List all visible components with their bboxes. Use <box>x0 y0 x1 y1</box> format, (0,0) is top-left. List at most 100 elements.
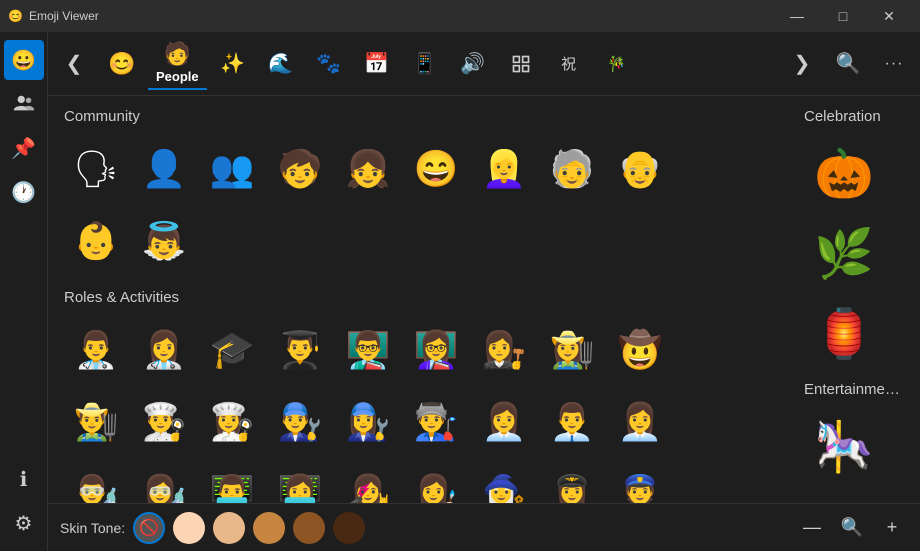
emoji-girl[interactable]: 👧 <box>336 137 400 201</box>
entertainment-title: Entertainme… <box>804 381 904 398</box>
emoji-man-mechanic[interactable]: 👨‍🔧 <box>268 390 332 454</box>
emoji-woman-health[interactable]: 👩‍⚕️ <box>132 318 196 382</box>
emoji-woman-mage[interactable]: 🧙‍♀️ <box>472 462 536 503</box>
emoji-man-graduate[interactable]: 👨‍🎓 <box>268 318 332 382</box>
tab-celebration[interactable]: 祝 <box>547 42 591 86</box>
emoji-man-health[interactable]: 👨‍⚕️ <box>64 318 128 382</box>
sidebar-item-settings[interactable]: ⚙ <box>4 503 44 543</box>
emoji-speaking-head[interactable]: 🗣 <box>64 137 128 201</box>
emoji-woman-mechanic[interactable]: 👩‍🔧 <box>336 390 400 454</box>
skin-tone-dark[interactable] <box>333 512 365 544</box>
app-title: Emoji Viewer <box>29 9 99 23</box>
roles-row-3: 👨‍🔬 👩‍🔬 👨‍💻 👩‍💻 👩‍🎤 👩‍🎨 🧙‍♀️ 👩‍✈️ 👮 <box>64 462 788 503</box>
emoji-older-adult[interactable]: 🧓 <box>540 137 604 201</box>
emoji-woman-pilot[interactable]: 👩‍✈️ <box>540 462 604 503</box>
bottom-right: — 🔍 + <box>796 512 908 544</box>
community-row-2: 👶 👼 <box>64 209 788 273</box>
sidebar: 😀 📌 🕐 ℹ ⚙ <box>0 32 48 551</box>
sidebar-item-people[interactable] <box>4 84 44 124</box>
title-bar-left: 😊 Emoji Viewer <box>8 9 99 23</box>
tab-decoration[interactable]: 🎋 <box>595 42 639 86</box>
title-bar-controls: — □ ✕ <box>774 0 912 32</box>
roles-row-1: 👨‍⚕️ 👩‍⚕️ 🎓 👨‍🎓 👨‍🏫 👩‍🏫 👩‍⚖️ 👩‍🌾 🤠 <box>64 318 788 382</box>
emoji-woman-office[interactable]: 👩‍💼 <box>472 390 536 454</box>
title-bar: 😊 Emoji Viewer — □ ✕ <box>0 0 920 32</box>
emoji-man-scientist[interactable]: 👨‍🔬 <box>64 462 128 503</box>
emoji-baby[interactable]: 👶 <box>64 209 128 273</box>
emoji-woman-judge[interactable]: 👩‍⚖️ <box>472 318 536 382</box>
skin-tone-none[interactable]: 🚫 <box>133 512 165 544</box>
emoji-child[interactable]: 🧒 <box>268 137 332 201</box>
sidebar-item-pin[interactable]: 📌 <box>4 128 44 168</box>
tab-activities[interactable]: ✨ <box>211 42 255 86</box>
emoji-woman-singer[interactable]: 👩‍🎤 <box>336 462 400 503</box>
zoom-out-button[interactable]: — <box>796 512 828 544</box>
emoji-carousel[interactable]: 🎠 <box>804 406 884 486</box>
roles-row-2: 👨‍🌾 👨‍🍳 👩‍🍳 👨‍🔧 👩‍🔧 👨‍🏭 👩‍💼 👨‍💼 👩‍💼 <box>64 390 788 454</box>
forward-button[interactable]: ❯ <box>780 42 824 86</box>
emoji-woman-scientist[interactable]: 👩‍🔬 <box>132 462 196 503</box>
tab-symbols[interactable]: 📱 <box>403 42 447 86</box>
top-nav: ❮ 😊 🧑 People ✨ 🌊 🐾 📅 📱 🔊 祝 🎋 <box>48 32 920 96</box>
emoji-man-cook[interactable]: 👨‍🍳 <box>132 390 196 454</box>
tab-smiley[interactable]: 😊 <box>100 42 144 86</box>
emoji-book[interactable]: 📖 <box>804 486 884 503</box>
emoji-woman-farmer[interactable]: 👩‍🌾 <box>540 318 604 382</box>
app-icon: 😊 <box>8 9 23 23</box>
tab-people-label: People <box>156 69 199 84</box>
maximize-button[interactable]: □ <box>820 0 866 32</box>
content: ❮ 😊 🧑 People ✨ 🌊 🐾 📅 📱 🔊 祝 🎋 <box>48 32 920 551</box>
emoji-man-tech[interactable]: 👨‍💻 <box>200 462 264 503</box>
tab-animals[interactable]: 🐾 <box>307 42 351 86</box>
emoji-cowboy[interactable]: 🤠 <box>608 318 672 382</box>
roles-title: Roles & Activities <box>64 289 788 306</box>
emoji-woman-office-2[interactable]: 👩‍💼 <box>608 390 672 454</box>
search-bottom-button[interactable]: 🔍 <box>836 512 868 544</box>
emoji-man-factory[interactable]: 👨‍🏭 <box>404 390 468 454</box>
skin-tone-label: Skin Tone: <box>60 520 125 536</box>
emoji-man-farmer[interactable]: 👨‍🌾 <box>64 390 128 454</box>
app-body: 😀 📌 🕐 ℹ ⚙ ❮ 😊 🧑 People ✨ 🌊 🐾 📅 <box>0 32 920 551</box>
skin-tone-medium-dark[interactable] <box>293 512 325 544</box>
emoji-blond-woman[interactable]: 👱‍♀️ <box>472 137 536 201</box>
emoji-busts[interactable]: 👥 <box>200 137 264 201</box>
nav-right: ❯ 🔍 ··· <box>780 42 916 86</box>
back-button[interactable]: ❮ <box>52 42 96 86</box>
tab-people[interactable]: 🧑 People <box>148 37 207 90</box>
emoji-older-man[interactable]: 👴 <box>608 137 672 201</box>
emoji-pumpkin[interactable]: 🎃 <box>804 133 884 213</box>
emoji-graduation[interactable]: 🎓 <box>200 318 264 382</box>
tab-sounds[interactable]: 🔊 <box>451 42 495 86</box>
emoji-herb[interactable]: 🌿 <box>804 213 884 293</box>
more-button[interactable]: ··· <box>872 42 916 86</box>
tab-nature[interactable]: 🌊 <box>259 42 303 86</box>
close-button[interactable]: ✕ <box>866 0 912 32</box>
main-section: Community 🗣 👤 👥 🧒 👧 😄 👱‍♀️ 🧓 👴 👶 👼 <box>64 108 788 491</box>
emoji-area: Community 🗣 👤 👥 🧒 👧 😄 👱‍♀️ 🧓 👴 👶 👼 <box>48 96 920 503</box>
sidebar-item-history[interactable]: 🕐 <box>4 172 44 212</box>
emoji-woman-artist[interactable]: 👩‍🎨 <box>404 462 468 503</box>
emoji-woman-teacher[interactable]: 👩‍🏫 <box>404 318 468 382</box>
skin-tone-light[interactable] <box>173 512 205 544</box>
tab-grid[interactable] <box>499 42 543 86</box>
emoji-man-office[interactable]: 👨‍💼 <box>540 390 604 454</box>
emoji-angel[interactable]: 👼 <box>132 209 196 273</box>
search-button[interactable]: 🔍 <box>826 42 870 86</box>
community-title: Community <box>64 108 788 125</box>
sidebar-item-info[interactable]: ℹ <box>4 459 44 499</box>
emoji-woman-cook[interactable]: 👩‍🍳 <box>200 390 264 454</box>
tab-objects[interactable]: 📅 <box>355 42 399 86</box>
sidebar-item-emoji[interactable]: 😀 <box>4 40 44 80</box>
zoom-in-button[interactable]: + <box>876 512 908 544</box>
emoji-lantern[interactable]: 🏮 <box>804 293 884 373</box>
minimize-button[interactable]: — <box>774 0 820 32</box>
skin-tone-medium-light[interactable] <box>213 512 245 544</box>
bottom-bar: Skin Tone: 🚫 — 🔍 + <box>48 503 920 551</box>
emoji-grinning[interactable]: 😄 <box>404 137 468 201</box>
emoji-police[interactable]: 👮 <box>608 462 672 503</box>
emoji-man-teacher[interactable]: 👨‍🏫 <box>336 318 400 382</box>
emoji-woman-tech[interactable]: 👩‍💻 <box>268 462 332 503</box>
skin-tone-medium[interactable] <box>253 512 285 544</box>
celebration-title: Celebration <box>804 108 904 125</box>
emoji-bust[interactable]: 👤 <box>132 137 196 201</box>
